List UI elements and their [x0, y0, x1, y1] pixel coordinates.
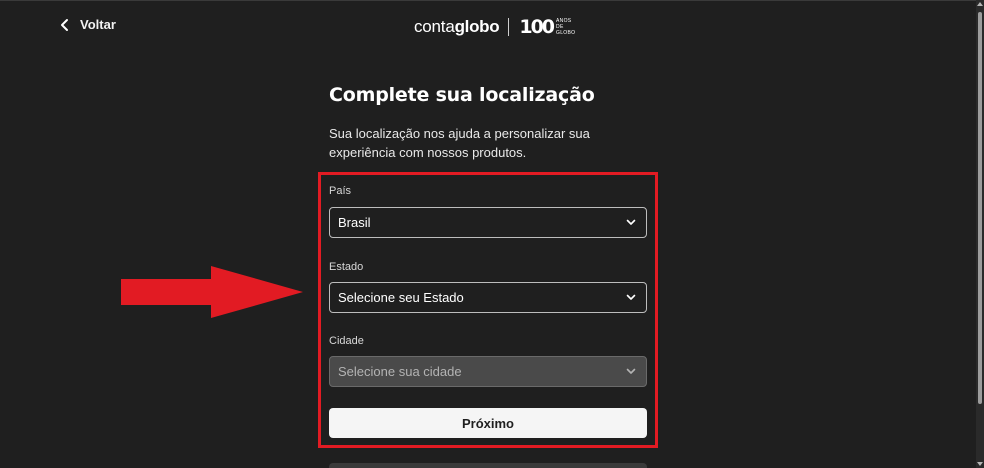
- page-title: Complete sua localização: [329, 84, 595, 106]
- contaglobo-logo: conta globo 100 ANOS DE GLOBO: [414, 14, 575, 40]
- scroll-up-icon[interactable]: [977, 2, 983, 6]
- logo-anos-line3: GLOBO: [556, 30, 576, 36]
- cidade-value: Selecione sua cidade: [338, 364, 462, 379]
- chevron-left-icon: [61, 18, 68, 31]
- red-arrow-icon: [121, 266, 303, 318]
- next-button[interactable]: Próximo: [329, 408, 647, 438]
- pais-label: País: [329, 185, 352, 197]
- scrollbar[interactable]: [976, 0, 984, 468]
- chevron-down-icon: [626, 368, 636, 374]
- back-label: Voltar: [80, 17, 116, 32]
- pais-value: Brasil: [338, 215, 371, 230]
- scroll-down-icon[interactable]: [977, 462, 983, 466]
- top-border: [0, 0, 984, 1]
- cidade-select[interactable]: Selecione sua cidade: [329, 356, 647, 387]
- chevron-down-icon: [626, 219, 636, 225]
- secondary-button-partial[interactable]: [329, 463, 647, 468]
- pais-select[interactable]: Brasil: [329, 207, 647, 238]
- chevron-down-icon: [626, 294, 636, 300]
- logo-100: 100: [519, 16, 555, 38]
- logo-separator: [508, 18, 510, 36]
- logo-anos: ANOS DE GLOBO: [556, 18, 575, 36]
- cidade-label: Cidade: [329, 335, 364, 347]
- scrollbar-thumb[interactable]: [978, 12, 982, 404]
- estado-select[interactable]: Selecione seu Estado: [329, 282, 647, 313]
- back-link[interactable]: Voltar: [60, 17, 116, 32]
- page: Voltar conta globo 100 ANOS DE GLOBO Com…: [0, 0, 984, 468]
- logo-globo: globo: [454, 17, 500, 36]
- estado-label: Estado: [329, 261, 364, 273]
- page-description: Sua localização nos ajuda a personalizar…: [329, 126, 590, 160]
- estado-value: Selecione seu Estado: [338, 290, 464, 305]
- logo-conta: conta: [414, 17, 455, 36]
